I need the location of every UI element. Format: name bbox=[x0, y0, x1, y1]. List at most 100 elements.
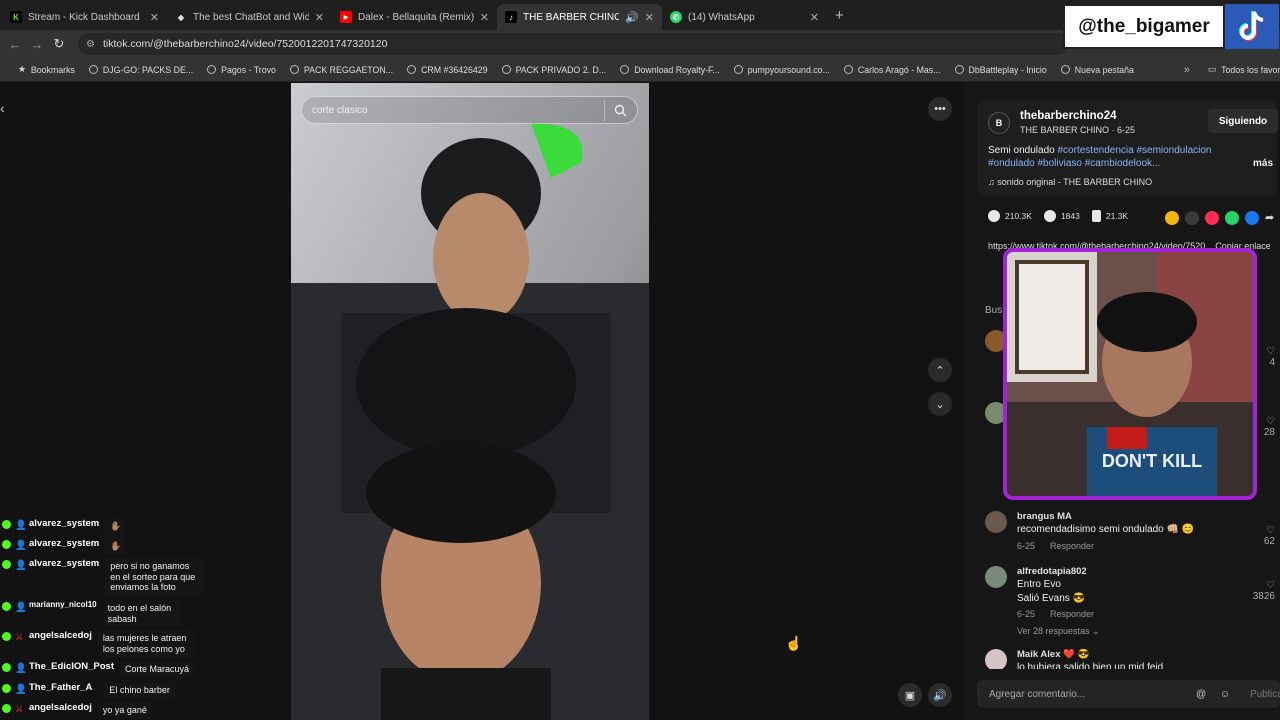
publish-button[interactable]: Publicar bbox=[1250, 689, 1280, 700]
video-search-input[interactable]: corte clasico bbox=[301, 96, 638, 124]
chat-username: angelsalcedoj bbox=[29, 630, 92, 641]
sword-badge-icon: ⚔ bbox=[15, 704, 24, 715]
embed-icon[interactable] bbox=[1185, 211, 1199, 225]
bookmark-item[interactable]: DbBattleplay - Inicio bbox=[954, 65, 1047, 75]
comment-like[interactable]: ♡ 3826 bbox=[1253, 580, 1275, 602]
back-icon[interactable]: ← bbox=[4, 37, 26, 52]
send-icon[interactable] bbox=[1205, 211, 1219, 225]
svg-text:DON'T KILL: DON'T KILL bbox=[1102, 451, 1202, 471]
close-icon[interactable]: ✕ bbox=[810, 11, 819, 24]
globe-icon bbox=[620, 65, 630, 74]
bookmark-item[interactable]: Nueva pestaña bbox=[1060, 65, 1134, 75]
engagement-stats: 210.3K 1843 21.3K bbox=[988, 210, 1140, 222]
comment-meta[interactable]: 6-25 Responder bbox=[1017, 541, 1094, 551]
chat-username: alvarez_system bbox=[29, 518, 100, 529]
bookmark-item[interactable]: Download Royalty-F... bbox=[620, 65, 720, 75]
star-icon: ★ bbox=[18, 64, 26, 74]
forward-icon[interactable]: → bbox=[26, 37, 48, 52]
sword-badge-icon: ⚔ bbox=[15, 632, 24, 643]
next-video-button[interactable]: ⌄ bbox=[928, 392, 952, 416]
close-icon[interactable]: ✕ bbox=[315, 11, 324, 24]
bookmark-item[interactable]: PACK REGGAETON... bbox=[289, 65, 393, 75]
bookmark-item[interactable]: Pagos - Trovo bbox=[207, 65, 276, 75]
avatar[interactable] bbox=[985, 649, 1007, 669]
bookmark-item[interactable]: Carlos Aragó - Mas... bbox=[843, 65, 941, 75]
more-options-button[interactable]: ••• bbox=[928, 97, 952, 121]
tiktok-logo-icon bbox=[1225, 4, 1279, 49]
coin-icon[interactable] bbox=[1165, 211, 1179, 225]
new-tab-button[interactable]: + bbox=[835, 7, 844, 24]
globe-icon bbox=[207, 65, 217, 74]
avatar[interactable] bbox=[985, 566, 1007, 588]
tab-tiktok[interactable]: ♪ THE BARBER CHINO (@the 🔊 ✕ bbox=[497, 4, 662, 30]
comment-username[interactable]: brangus MA bbox=[1017, 511, 1072, 522]
webcam-feed: DON'T KILL bbox=[1007, 252, 1253, 496]
creator-avatar[interactable]: B bbox=[988, 112, 1010, 134]
tab-chatbot[interactable]: ◆ The best ChatBot and Widgets ✕ bbox=[167, 4, 332, 30]
whatsapp-share-icon[interactable] bbox=[1225, 211, 1239, 225]
bookmark-item[interactable]: DJG-GO: PACKS DE... bbox=[88, 65, 193, 75]
tab-title: Dalex - Bellaquita (Remix) ft. Le bbox=[358, 11, 474, 23]
comment-username[interactable]: alfredotapia802 bbox=[1017, 566, 1087, 577]
tab-youtube[interactable]: ▶ Dalex - Bellaquita (Remix) ft. Le ✕ bbox=[332, 4, 497, 30]
kick-badge-icon bbox=[2, 632, 11, 641]
like-button[interactable]: 210.3K bbox=[988, 210, 1032, 222]
creator-username[interactable]: thebarberchino24 bbox=[1020, 110, 1117, 122]
close-icon[interactable]: ✕ bbox=[150, 11, 159, 24]
chat-message: 👤 alvarez_system ✋🏽 bbox=[2, 538, 127, 555]
sound-link[interactable]: ♫ sonido original - THE BARBER CHINO bbox=[988, 177, 1152, 187]
all-bookmarks-folder[interactable]: ▭Todos los favoritos bbox=[1208, 64, 1280, 75]
facebook-icon[interactable] bbox=[1245, 211, 1259, 225]
tab-whatsapp[interactable]: ✆ (14) WhatsApp ✕ bbox=[662, 4, 827, 30]
search-input-text: corte clasico bbox=[312, 104, 368, 116]
mention-icon[interactable]: @ bbox=[1196, 689, 1206, 700]
volume-button[interactable]: 🔊 bbox=[928, 683, 952, 707]
kick-badge-icon bbox=[2, 560, 11, 569]
emoji-icon[interactable]: ☺ bbox=[1220, 689, 1230, 700]
chat-text: todo en el salón sabash bbox=[102, 600, 181, 627]
search-icon[interactable] bbox=[614, 104, 627, 120]
more-bookmarks-icon[interactable]: » bbox=[1184, 64, 1190, 76]
close-icon[interactable]: ✕ bbox=[645, 11, 654, 24]
more-link[interactable]: más bbox=[1253, 158, 1273, 169]
view-replies-link[interactable]: Ver 28 respuestas ⌄ bbox=[1017, 626, 1100, 637]
share-buttons: ➦ bbox=[1165, 211, 1274, 225]
comment-username[interactable]: Maik Alex ❤️ 😎 bbox=[1017, 649, 1089, 660]
globe-icon bbox=[289, 65, 299, 74]
url-bar[interactable]: ⚙ tiktok.com/@thebarberchino24/video/752… bbox=[78, 33, 1068, 55]
previous-video-button[interactable]: ⌃ bbox=[928, 358, 952, 382]
video-player[interactable] bbox=[291, 83, 649, 720]
picture-in-picture-button[interactable]: ▣ bbox=[898, 683, 922, 707]
comment-button[interactable]: 1843 bbox=[1043, 210, 1080, 222]
comment-item: Maik Alex ❤️ 😎 lo hubiera salido bien un… bbox=[985, 649, 1275, 669]
chat-text: las mujeres le atraen los pelones como y… bbox=[97, 630, 194, 657]
person-icon: 👤 bbox=[15, 560, 27, 571]
speaker-icon[interactable]: 🔊 bbox=[625, 11, 639, 24]
bookmark-item[interactable]: pumpyoursound.co... bbox=[733, 65, 830, 75]
comment-item: brangus MA recomendadisimo semi ondulado… bbox=[985, 511, 1275, 561]
site-info-icon[interactable]: ⚙ bbox=[86, 39, 95, 50]
folder-icon: ▭ bbox=[1207, 64, 1217, 74]
reload-icon[interactable]: ↻ bbox=[48, 36, 70, 52]
comment-like[interactable]: ♡ 28 bbox=[1264, 416, 1275, 438]
comment-like[interactable]: ♡ 62 bbox=[1264, 525, 1275, 547]
comment-meta[interactable]: 6-25 Responder bbox=[1017, 609, 1094, 619]
bookmarks-bar: ★ Bookmarks DJG-GO: PACKS DE... Pagos - T… bbox=[0, 58, 1280, 82]
person-icon: 👤 bbox=[15, 520, 27, 531]
chat-emote: ✋🏽 bbox=[105, 518, 127, 535]
comment-text: lo hubiera salido bien un mid feid bbox=[1017, 662, 1164, 669]
avatar[interactable] bbox=[985, 511, 1007, 533]
comment-like[interactable]: ♡ 4 bbox=[1266, 346, 1275, 368]
following-button[interactable]: Siguiendo bbox=[1208, 109, 1278, 133]
close-icon[interactable]: ✕ bbox=[480, 11, 489, 24]
bookmark-item[interactable]: ★ Bookmarks bbox=[18, 64, 75, 75]
bookmark-item[interactable]: PACK PRIVADO 2. D... bbox=[501, 65, 606, 75]
tab-kick-dashboard[interactable]: K Stream - Kick Dashboard ✕ bbox=[2, 4, 167, 30]
back-arrow-icon[interactable]: ‹ bbox=[0, 100, 5, 116]
share-arrow-icon[interactable]: ➦ bbox=[1265, 211, 1274, 225]
kick-icon: K bbox=[10, 11, 22, 23]
comment-input[interactable]: Agregar comentario... @ ☺ Publicar bbox=[977, 680, 1280, 708]
tab-title: THE BARBER CHINO (@the bbox=[523, 11, 620, 23]
bookmark-item[interactable]: CRM #36426429 bbox=[407, 65, 488, 75]
save-button[interactable]: 21.3K bbox=[1091, 210, 1128, 222]
